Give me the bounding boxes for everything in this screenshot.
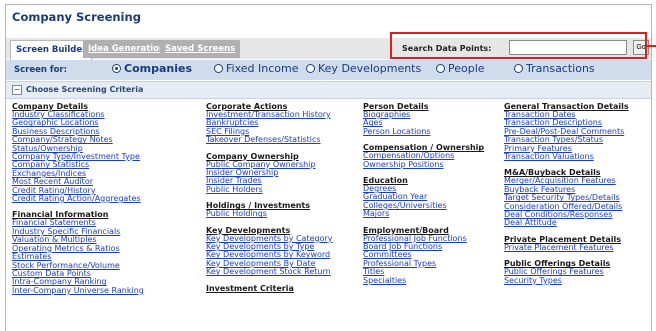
- criteria-group: Public Offerings Details Public Offerings…: [504, 259, 629, 285]
- criteria-group: Employment/Board Professional Job Functio…: [363, 226, 484, 285]
- criteria-link[interactable]: Specialties: [363, 276, 484, 285]
- choose-criteria-header[interactable]: − Choose Screening Criteria: [6, 81, 651, 99]
- criteria-group: Financial Information Financial Statement…: [12, 210, 144, 295]
- criteria-group: Education Degrees Graduation Year Colleges/…: [363, 176, 484, 219]
- criteria-link[interactable]: Public Holders: [206, 185, 333, 194]
- highlight-pointer-line: [647, 45, 656, 47]
- tab-saved-screens[interactable]: Saved Screens: [160, 40, 241, 58]
- criteria-column-2: Corporate Actions Investment/Transaction …: [206, 102, 333, 300]
- criteria-link[interactable]: Security Types: [504, 276, 629, 285]
- criteria-group-title: Investment Criteria: [206, 283, 294, 293]
- criteria-column-1: Company Details Industry Classifications G…: [12, 102, 144, 302]
- radio-label: People: [448, 62, 485, 75]
- radio-label: Key Developments: [318, 62, 422, 75]
- radio-icon: [214, 64, 223, 73]
- criteria-link[interactable]: Deal Attitude: [504, 219, 629, 228]
- radio-label: Transactions: [526, 62, 595, 75]
- radio-key-developments[interactable]: Key Developments: [306, 62, 421, 75]
- radio-icon: [306, 64, 315, 73]
- criteria-group: General Transaction Details Transaction D…: [504, 102, 629, 161]
- criteria-link[interactable]: Key Development Stock Return: [206, 267, 333, 276]
- radio-fixed-income[interactable]: Fixed Income: [214, 62, 298, 75]
- criteria-link[interactable]: Ownership Positions: [363, 160, 484, 169]
- collapse-minus-icon[interactable]: −: [12, 85, 22, 95]
- criteria-group: Investment Criteria: [206, 284, 333, 293]
- radio-selected-icon: [112, 64, 121, 73]
- radio-icon: [514, 64, 523, 73]
- criteria-link[interactable]: Inter-Company Universe Ranking: [12, 286, 144, 295]
- screen-for-label: Screen for:: [14, 65, 68, 75]
- criteria-group: Key Developments Key Developments by Cate…: [206, 226, 333, 277]
- tab-idea-generation[interactable]: Idea Generation: [83, 40, 171, 58]
- criteria-group: Private Placement Details Private Placeme…: [504, 235, 629, 252]
- criteria-column-4: General Transaction Details Transaction D…: [504, 102, 629, 292]
- radio-label: Fixed Income: [226, 62, 299, 75]
- criteria-link[interactable]: Takeover Defenses/Statistics: [206, 135, 333, 144]
- criteria-link[interactable]: Person Locations: [363, 127, 484, 136]
- criteria-column-3: Person Details Biographies Ages Person Loca…: [363, 102, 484, 292]
- criteria-group: Company Ownership Public Company Ownershi…: [206, 152, 333, 195]
- page-title: Company Screening: [12, 10, 141, 24]
- radio-icon: [436, 64, 445, 73]
- criteria-link[interactable]: Credit Rating Action/Aggregates: [12, 194, 144, 203]
- criteria-group: Holdings / Investments Public Holdings: [206, 201, 333, 218]
- radio-people[interactable]: People: [436, 62, 485, 75]
- criteria-group: Compensation / Ownership Compensation/Opt…: [363, 143, 484, 169]
- radio-label: Companies: [124, 62, 192, 75]
- criteria-link[interactable]: Majors: [363, 209, 484, 218]
- search-highlight-box: [390, 32, 647, 59]
- radio-transactions[interactable]: Transactions: [514, 62, 595, 75]
- criteria-group: Person Details Biographies Ages Person Loca…: [363, 102, 484, 136]
- criteria-link[interactable]: Transaction Valuations: [504, 152, 629, 161]
- criteria-group: M&A/Buyback Details Merger/Acquisition Fe…: [504, 168, 629, 227]
- criteria-link[interactable]: Public Holdings: [206, 209, 333, 218]
- choose-criteria-label: Choose Screening Criteria: [26, 85, 144, 94]
- screen-for-bar: Screen for: Companies Fixed Income Key D…: [6, 60, 651, 80]
- criteria-link[interactable]: Private Placement Features: [504, 243, 629, 252]
- criteria-group: Corporate Actions Investment/Transaction …: [206, 102, 333, 145]
- tab-screen-builder[interactable]: Screen Builder: [10, 40, 93, 60]
- radio-companies[interactable]: Companies: [112, 62, 192, 75]
- criteria-group: Company Details Industry Classifications G…: [12, 102, 144, 203]
